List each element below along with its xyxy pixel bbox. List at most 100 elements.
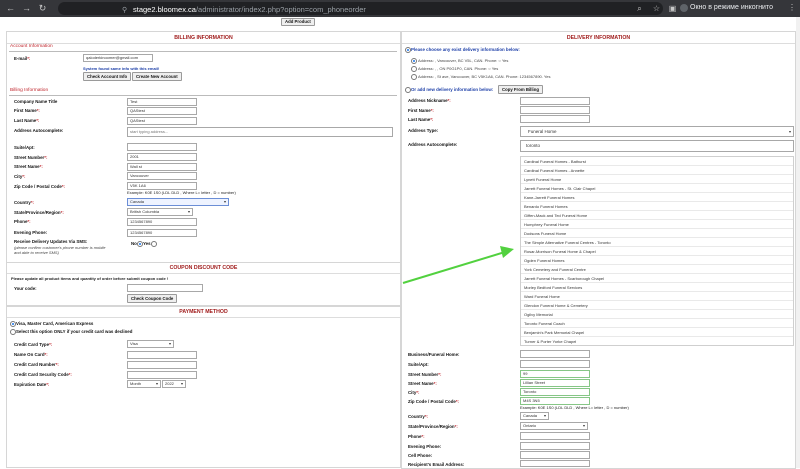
address-bar[interactable]: ⚲ stage2.bloomex.ca/administrator/index2… [58,2,663,15]
city-label: City*: [14,174,26,179]
delivery-first-name-input[interactable] [520,106,590,114]
incognito-label[interactable]: Окно в режиме инкогнито [690,2,773,14]
card-cvv-input[interactable] [127,371,197,379]
recipient-email-label: Recipient's Email Address: [408,462,465,467]
suggestion-item[interactable]: Giffen-Mack and Ted Funeral Home [521,211,793,220]
delivery-zip-input[interactable]: M4S 3N5 [520,397,590,405]
suggestion-item[interactable]: Dodsons Funeral Home [521,229,793,238]
suggestion-item[interactable]: Turner & Porter Yorke Chapel [521,337,793,346]
delivery-country-select[interactable]: Canada ▾ [520,412,549,420]
suggestion-item[interactable]: Morley Bedford Funeral Services [521,283,793,292]
sms-yes-radio[interactable] [151,241,157,247]
delivery-last-name-input[interactable] [520,115,590,123]
last-name-input[interactable]: QAStest [127,117,197,125]
search-icon[interactable]: ⌕ [634,3,645,14]
suggestion-item[interactable]: The Simple Alternative Funeral Centres -… [521,238,793,247]
suggestion-item[interactable]: Glendon Funeral Home & Cemetery [521,301,793,310]
address-2-text: Address: , , ON P0G1P0, CAN. Phone: ○ Ye… [418,66,499,71]
address-type-select[interactable]: Funeral Home ▾ [520,126,794,137]
add-product-button[interactable]: Add Product [281,18,315,26]
address-3-radio[interactable] [411,74,417,80]
suggestion-item[interactable]: Humphrey Funeral Home [521,220,793,229]
delivery-phone-input[interactable] [520,432,590,440]
suggestion-item[interactable]: Benardo Funeral Homes [521,202,793,211]
card-number-input[interactable] [127,361,197,369]
choose-existing-label: Please choose any exist delivery informa… [411,47,520,52]
menu-kebab-icon[interactable]: ⋮ [788,3,796,12]
page-scrollbar[interactable] [796,17,800,468]
delivery-street-number-input[interactable]: 99 [520,370,590,378]
delivery-suite-input[interactable] [520,360,590,368]
expiration-year-select[interactable]: 2022 ▾ [162,380,186,388]
suggestion-item[interactable]: Jarrett Funeral Homes - St. Clair Chapel [521,184,793,193]
country-label: Country*: [14,200,35,205]
suggestion-item[interactable]: Ogden Funeral Homes [521,256,793,265]
first-name-input[interactable]: QAStest [127,107,197,115]
recipient-email-input[interactable] [520,460,590,467]
delivery-city-input[interactable]: Toronto [520,388,590,396]
coupon-code-input[interactable] [127,284,203,292]
suggestion-item[interactable]: Lynett Funeral Home [521,175,793,184]
coupon-code-label: Your code: [14,286,37,291]
address-autocomplete-input[interactable]: start typing address... [127,127,393,137]
check-account-button[interactable]: Check Account Info [83,72,132,81]
delivery-state-select[interactable]: Ontario ▾ [520,422,588,430]
suggestion-item[interactable]: Rosar-Morrison Funeral Home & Chapel [521,247,793,256]
or-add-new-label: Or add new delivery information below: [411,87,494,92]
street-name-input[interactable]: Wall st [127,163,197,171]
card-cvv-label: Credit Card Security Code*: [14,372,72,377]
suggestion-item[interactable]: Toronto Funeral Coach [521,319,793,328]
account-heading: Account Information [10,44,53,49]
state-select[interactable]: British Columbia ▾ [127,208,193,216]
email-input[interactable]: qaloderkinoomer@gmail.com [83,54,153,62]
delivery-cell-input[interactable] [520,451,590,459]
suite-label: Suite/Apt: [14,145,35,150]
site-info-icon[interactable]: ⚲ [122,6,127,14]
delivery-autocomplete-input[interactable]: toronto [520,140,794,152]
suggestion-item[interactable]: Ogilvy Memorial [521,310,793,319]
evening-phone-input[interactable]: 1234567890 [127,229,197,237]
email-label: E-mail*: [14,56,31,61]
address-nickname-input[interactable] [520,97,590,105]
create-account-button[interactable]: Create New Account [132,72,182,81]
bookmark-star-icon[interactable]: ☆ [651,3,662,14]
autocomplete-label: Address Autocomplete: [14,128,64,133]
suggestion-item[interactable]: Jarrett Funeral Homes - Scarborough Chap… [521,274,793,283]
copy-from-billing-button[interactable]: Copy From Billing [498,85,543,94]
incognito-avatar-icon[interactable] [680,4,688,12]
suggestion-item[interactable]: Kane-Jarrett Funeral Homes [521,193,793,202]
suggestion-item[interactable]: Cardinal Funeral Homes - Annette [521,166,793,175]
suite-input[interactable] [127,143,197,151]
divider [9,51,397,52]
street-number-label: Street Number*: [14,155,48,160]
reload-icon[interactable]: ↻ [37,3,48,14]
chevron-down-icon: ▾ [582,423,585,428]
delivery-street-name-input[interactable]: Lillian Street [520,379,590,387]
check-coupon-button[interactable]: Check Coupon Code [127,294,178,303]
business-input[interactable] [520,350,590,358]
chevron-down-icon: ▾ [168,341,171,346]
sms-no-label: No [131,241,137,246]
card-type-select[interactable]: Visa ▾ [127,340,174,348]
address-1-radio[interactable] [411,58,417,64]
sms-note-2: and able to receive SMS) [14,250,59,255]
address-2-radio[interactable] [411,66,417,72]
zip-input[interactable]: V5K 1A6 [127,182,197,190]
country-select[interactable]: Canada ▾ [127,198,229,206]
delivery-autocomplete-label: Address Autocomplete: [408,142,458,147]
suggestion-item[interactable]: Benjamin's Park Memorial Chapel [521,328,793,337]
forward-icon[interactable]: → [21,3,32,14]
city-input[interactable]: Vancouver [127,172,197,180]
expiration-month-select[interactable]: Month ▾ [127,380,161,388]
street-number-input[interactable]: 2001 [127,153,197,161]
card-name-input[interactable] [127,351,197,359]
phone-input[interactable]: 1234567890 [127,218,197,226]
suggestion-item[interactable]: Ward Funeral Home [521,292,793,301]
suggestion-item[interactable]: York Cemetery and Funeral Centre [521,265,793,274]
suggestion-item[interactable]: Cardinal Funeral Homes - Bathurst [521,157,793,166]
back-icon[interactable]: ← [5,3,16,14]
sidebar-icon[interactable]: ▣ [667,3,678,14]
delivery-evening-input[interactable] [520,442,590,450]
company-input[interactable]: Test [127,98,197,106]
delivery-state-label: State/Province/Region*: [408,424,458,429]
